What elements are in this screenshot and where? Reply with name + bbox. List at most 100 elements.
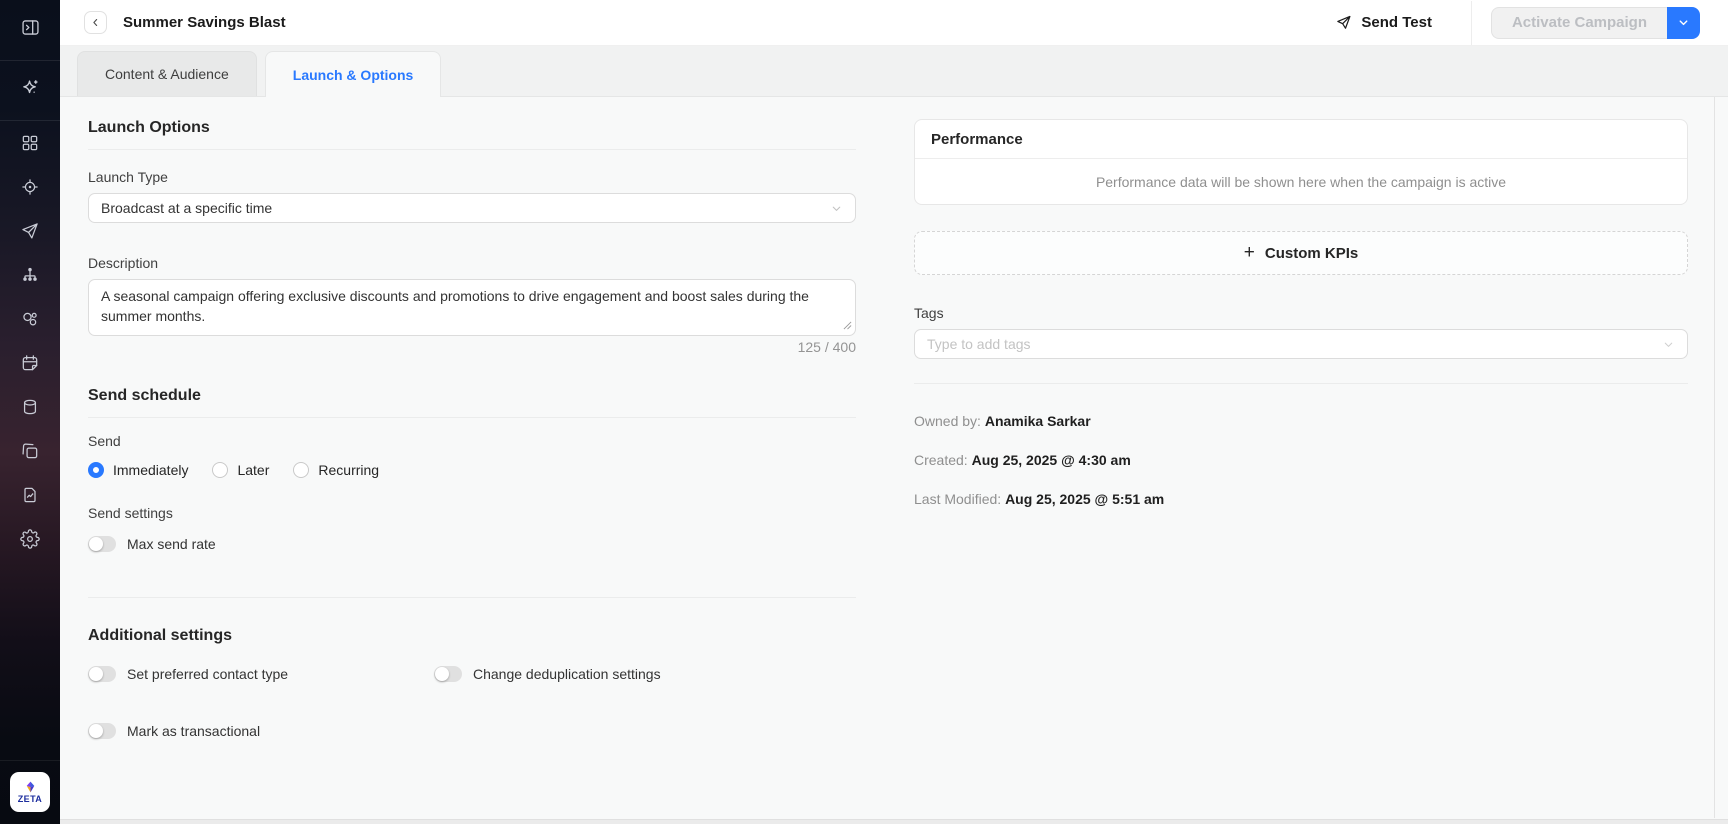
sidebar-collapse-button[interactable] (0, 0, 60, 61)
send-radio-group: Immediately Later Recurring (88, 462, 856, 478)
performance-panel: Performance Performance data will be sho… (914, 119, 1688, 824)
main-area: Summer Savings Blast Send Test Activate … (60, 0, 1728, 824)
left-nav-sidebar: ZETA (0, 0, 60, 824)
description-field-wrap: A seasonal campaign offering exclusive d… (88, 279, 856, 336)
radio-label: Recurring (318, 462, 379, 478)
custom-kpis-label: Custom KPIs (1265, 245, 1358, 262)
chevron-left-icon (90, 17, 101, 28)
toggle-switch-off (88, 723, 116, 739)
radio-recurring[interactable]: Recurring (293, 462, 379, 478)
page-title: Summer Savings Blast (123, 14, 286, 31)
radio-button-checked (88, 462, 104, 478)
chevron-down-icon (1662, 338, 1675, 351)
dashboard-grid-icon (20, 133, 40, 158)
sidebar-item-data[interactable] (0, 387, 60, 431)
send-test-button[interactable]: Send Test (1329, 13, 1438, 32)
hierarchy-icon (20, 265, 40, 290)
last-modified-value: Aug 25, 2025 @ 5:51 am (1005, 491, 1164, 507)
sidebar-item-reports[interactable] (0, 475, 60, 519)
sidebar-item-audiences[interactable] (0, 299, 60, 343)
max-send-rate-toggle[interactable]: Max send rate (88, 536, 856, 552)
activate-campaign-button[interactable]: Activate Campaign (1491, 7, 1667, 39)
preferred-contact-type-toggle[interactable]: Set preferred contact type (88, 666, 434, 682)
character-counter: 125 / 400 (88, 339, 856, 355)
tags-label: Tags (914, 305, 1688, 321)
report-document-icon (20, 485, 40, 510)
content-area: Launch Options Launch Type Broadcast at … (60, 97, 1728, 824)
send-settings-label: Send settings (88, 505, 856, 521)
database-icon (20, 397, 40, 422)
tags-select[interactable] (914, 329, 1688, 359)
owned-by-value: Anamika Sarkar (985, 413, 1091, 429)
description-textarea[interactable]: A seasonal campaign offering exclusive d… (88, 279, 856, 336)
created-row: Created: Aug 25, 2025 @ 4:30 am (914, 452, 1688, 468)
divider (88, 149, 856, 150)
sidebar-nav (0, 121, 60, 563)
back-button[interactable] (84, 11, 107, 34)
deduplication-settings-toggle[interactable]: Change deduplication settings (434, 666, 661, 682)
target-icon (20, 177, 40, 202)
chevron-down-icon (830, 202, 843, 215)
performance-card: Performance Performance data will be sho… (914, 119, 1688, 205)
description-label: Description (88, 255, 856, 271)
sidebar-item-campaigns[interactable] (0, 211, 60, 255)
toggle-switch-off (88, 666, 116, 682)
radio-label: Later (237, 462, 269, 478)
toggle-label: Change deduplication settings (473, 666, 661, 682)
tab-launch-options[interactable]: Launch & Options (265, 51, 442, 97)
paper-plane-icon (1335, 14, 1352, 31)
toggle-label: Max send rate (127, 536, 216, 552)
created-value: Aug 25, 2025 @ 4:30 am (972, 452, 1131, 468)
calendar-icon (20, 353, 40, 378)
divider (914, 383, 1688, 384)
zeta-logo[interactable]: ZETA (10, 772, 50, 812)
sparkles-icon (19, 77, 41, 104)
zeta-logo-text: ZETA (18, 794, 42, 804)
sidebar-footer: ZETA (0, 760, 60, 824)
panel-toggle-icon (20, 17, 41, 43)
tab-content-audience[interactable]: Content & Audience (77, 51, 257, 96)
last-modified-label: Last Modified: (914, 491, 1001, 507)
send-schedule-heading: Send schedule (88, 387, 856, 405)
launch-type-value: Broadcast at a specific time (101, 200, 272, 216)
settings-gear-icon (20, 529, 40, 554)
copy-icon (20, 441, 40, 466)
header-divider (1471, 1, 1472, 45)
toggle-label: Mark as transactional (127, 723, 260, 739)
sidebar-item-settings[interactable] (0, 519, 60, 563)
chevron-down-icon (1677, 16, 1690, 29)
vertical-scrollbar-track[interactable] (1714, 97, 1715, 818)
sidebar-item-templates[interactable] (0, 431, 60, 475)
sidebar-item-dashboard[interactable] (0, 123, 60, 167)
mark-transactional-toggle[interactable]: Mark as transactional (88, 723, 856, 739)
radio-immediately[interactable]: Immediately (88, 462, 188, 478)
bubbles-icon (20, 309, 40, 334)
sidebar-item-journeys[interactable] (0, 255, 60, 299)
radio-later[interactable]: Later (212, 462, 269, 478)
performance-empty-message: Performance data will be shown here when… (915, 159, 1687, 204)
divider (88, 417, 856, 418)
toggle-switch-off (88, 536, 116, 552)
send-plane-icon (20, 221, 40, 246)
created-label: Created: (914, 452, 968, 468)
send-label: Send (88, 433, 856, 449)
toggle-label: Set preferred contact type (127, 666, 288, 682)
launch-type-select[interactable]: Broadcast at a specific time (88, 193, 856, 223)
tab-bar: Content & Audience Launch & Options (60, 46, 1728, 97)
horizontal-scrollbar-track[interactable] (60, 819, 1728, 824)
header-actions: Send Test Activate Campaign (1329, 1, 1700, 45)
tags-input[interactable] (927, 336, 1662, 352)
last-modified-row: Last Modified: Aug 25, 2025 @ 5:51 am (914, 491, 1688, 507)
radio-button (212, 462, 228, 478)
launch-options-panel: Launch Options Launch Type Broadcast at … (88, 119, 856, 824)
activate-dropdown-button[interactable] (1667, 7, 1700, 39)
top-header: Summer Savings Blast Send Test Activate … (60, 0, 1728, 46)
additional-settings-heading: Additional settings (88, 627, 856, 645)
send-test-label: Send Test (1361, 14, 1432, 31)
divider (88, 597, 856, 598)
sidebar-item-calendar[interactable] (0, 343, 60, 387)
activate-campaign-group: Activate Campaign (1491, 7, 1700, 39)
custom-kpis-button[interactable]: + Custom KPIs (914, 231, 1688, 275)
sidebar-item-targeting[interactable] (0, 167, 60, 211)
sidebar-item-ai-assistant[interactable] (0, 61, 60, 121)
